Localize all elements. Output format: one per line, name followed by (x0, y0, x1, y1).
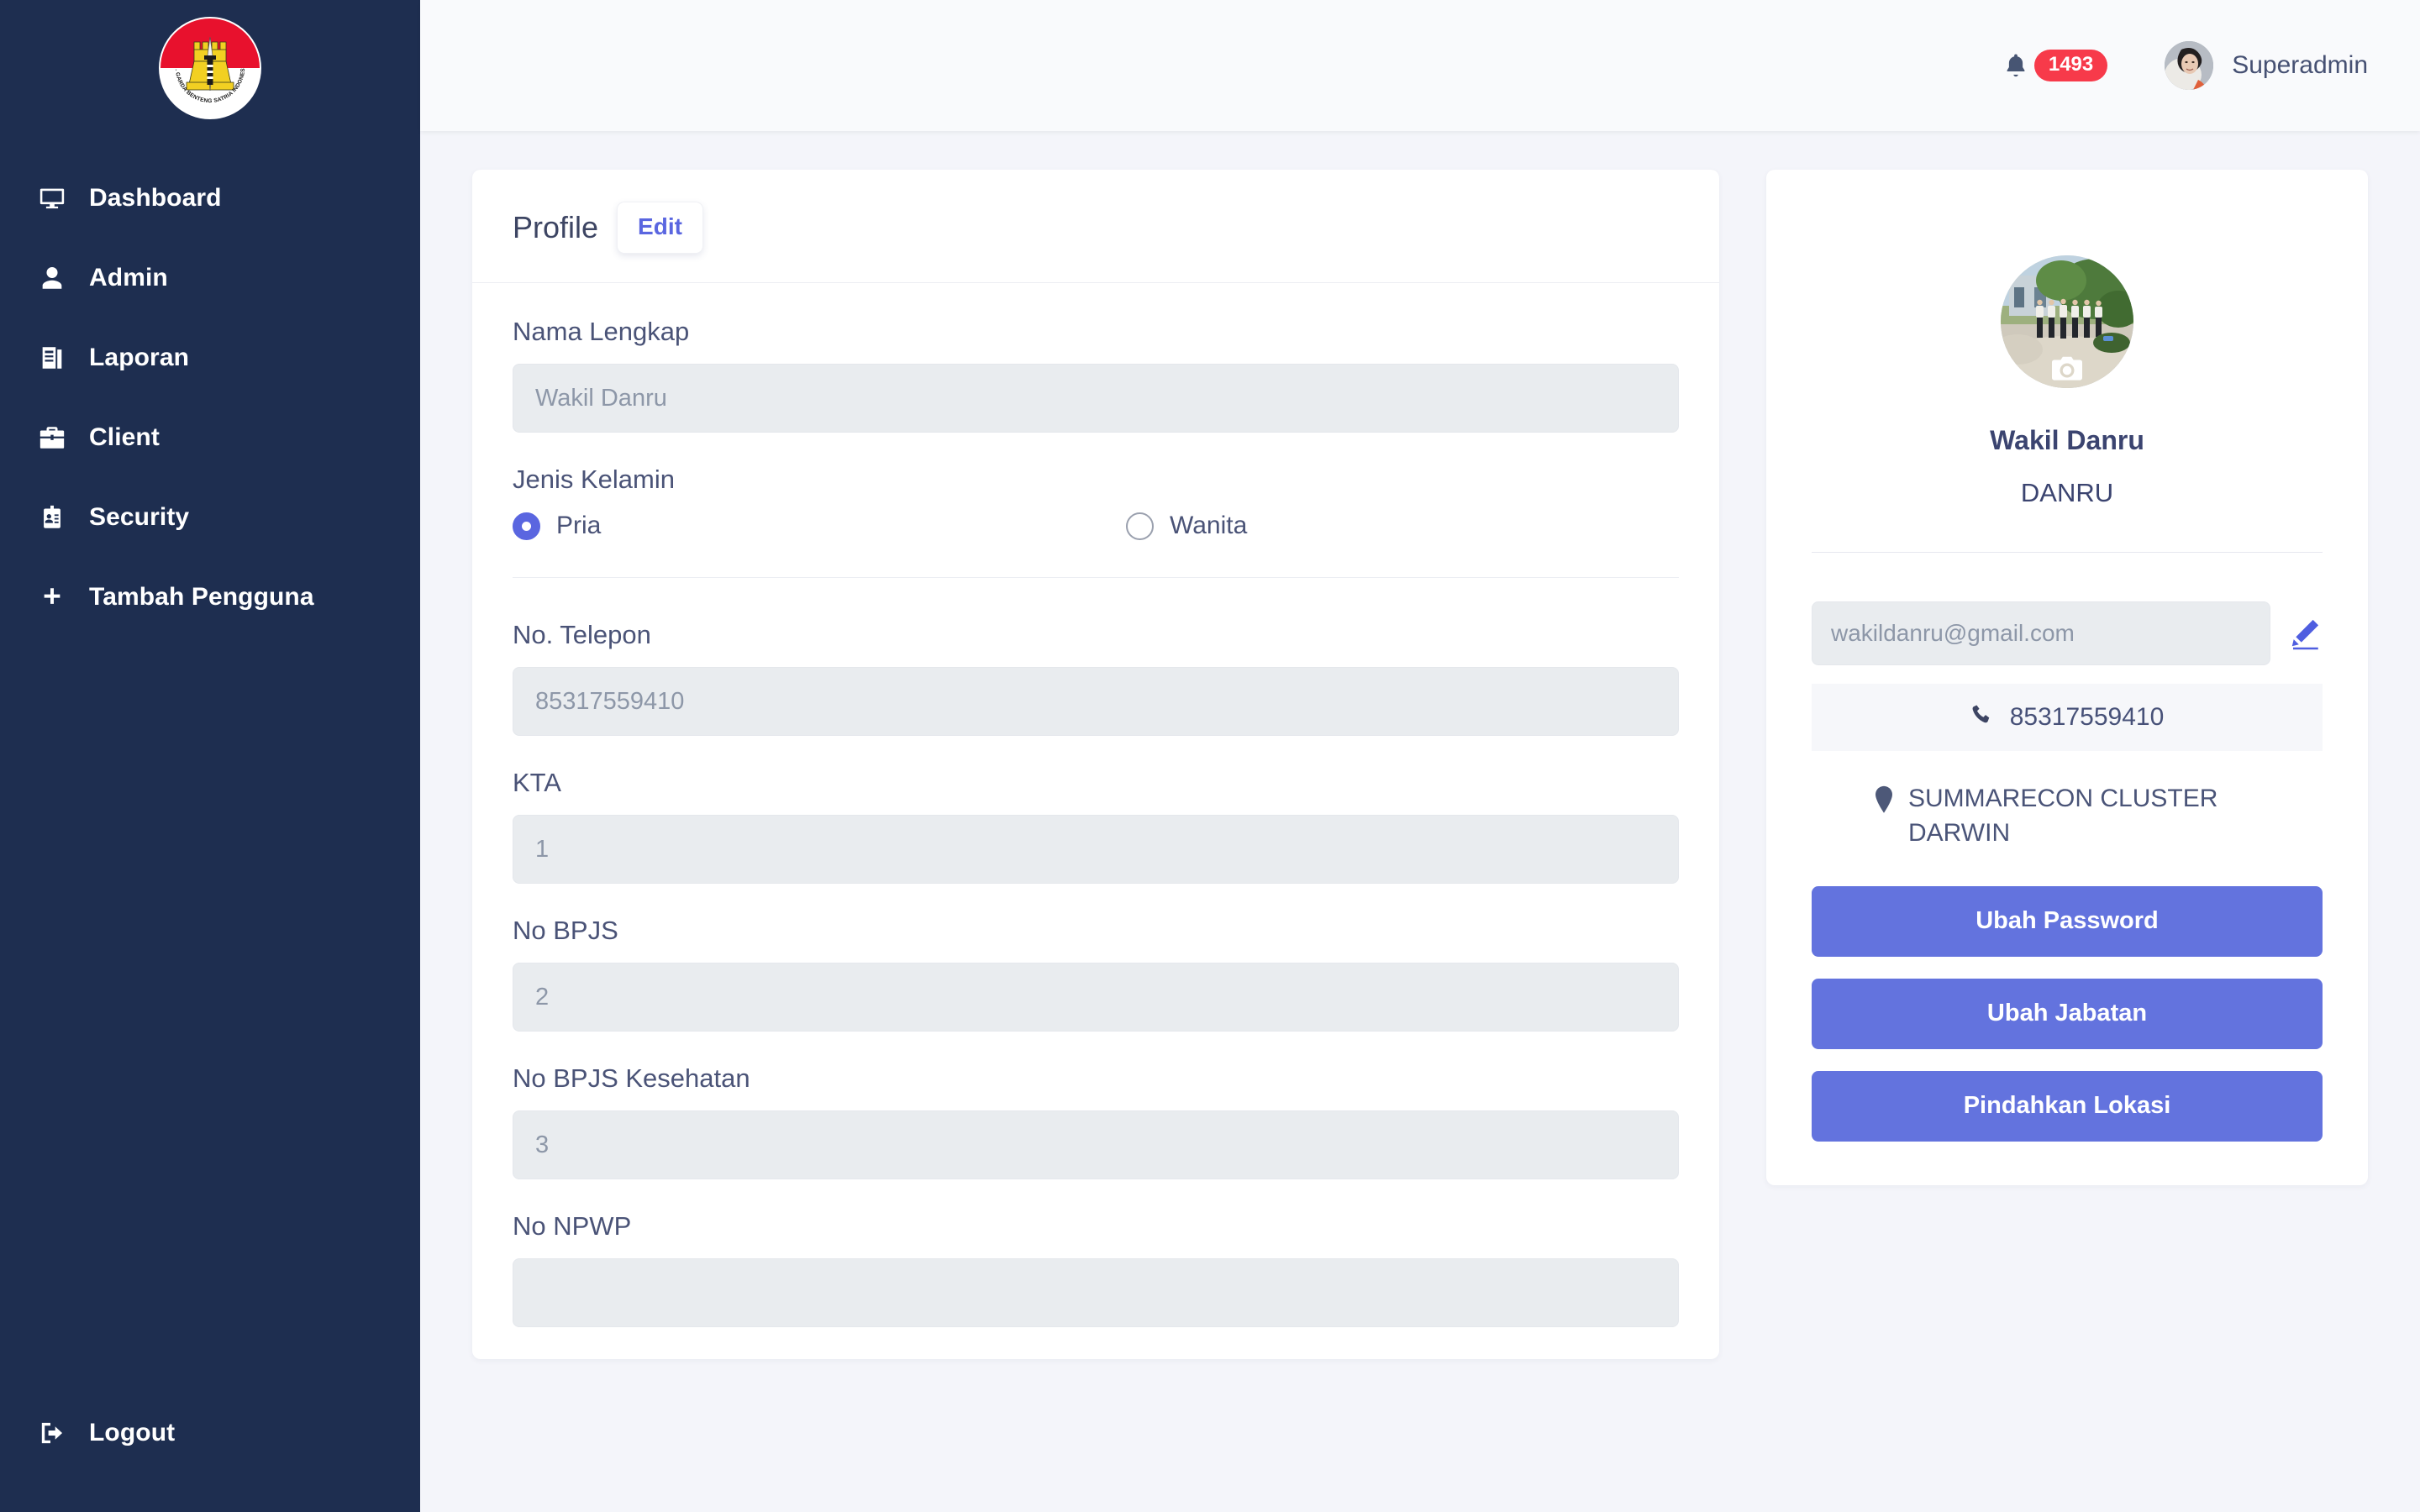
phone-row: 85317559410 (1812, 684, 2323, 751)
divider (1812, 552, 2323, 553)
sidebar-item-laporan[interactable]: Laporan (0, 318, 420, 397)
radio-indicator-pria (513, 512, 540, 540)
plus-icon (37, 582, 67, 612)
field-no-bpjs: No BPJS (513, 916, 1679, 1032)
sidebar-item-label: Client (89, 423, 160, 451)
sidebar-nav: Dashboard Admin Laporan Client Security … (0, 151, 420, 637)
briefcase-icon (37, 423, 67, 453)
no-bpjs-input[interactable] (513, 963, 1679, 1032)
radio-option-wanita[interactable]: Wanita (1126, 512, 1247, 540)
kta-input[interactable] (513, 815, 1679, 884)
no-npwp-input[interactable] (513, 1258, 1679, 1327)
email-field[interactable]: wakildanru@gmail.com (1812, 601, 2270, 665)
field-nama-lengkap: Nama Lengkap (513, 317, 1679, 433)
no-telepon-input[interactable] (513, 667, 1679, 736)
sidebar-item-label: Admin (89, 263, 168, 291)
map-pin-icon (1873, 781, 1895, 818)
edit-button[interactable]: Edit (617, 202, 703, 254)
radio-label: Pria (556, 512, 602, 539)
sidebar-item-label: Dashboard (89, 183, 222, 212)
brand-logo-wrapper: PT. GARDA BENTENG SATRIA INDONESIA (0, 0, 420, 151)
ubah-jabatan-button[interactable]: Ubah Jabatan (1812, 978, 2323, 1049)
radio-option-pria[interactable]: Pria (513, 512, 1126, 540)
field-no-npwp: No NPWP (513, 1211, 1679, 1327)
radio-label: Wanita (1170, 512, 1248, 539)
page-title: Profile (513, 210, 599, 244)
notifications-button[interactable]: 1493 (2003, 50, 2108, 81)
bell-icon (2003, 51, 2028, 80)
document-icon (37, 343, 67, 373)
sidebar-item-label: Security (89, 502, 190, 531)
main-area: 1493 Superadmin Profile Edit Nama Lengka… (420, 0, 2420, 1512)
email-row: wakildanru@gmail.com (1812, 601, 2323, 665)
phone-icon (1970, 703, 1993, 732)
sidebar-footer: Logout (0, 1403, 420, 1512)
topbar: 1493 Superadmin (420, 0, 2420, 131)
field-label: No NPWP (513, 1211, 632, 1241)
pencil-icon[interactable] (2287, 616, 2323, 651)
ubah-password-button[interactable]: Ubah Password (1812, 885, 2323, 957)
field-jenis-kelamin: Jenis Kelamin Pria Wanita (513, 465, 1679, 578)
company-logo-icon: PT. GARDA BENTENG SATRIA INDONESIA (160, 18, 260, 118)
content-area: Profile Edit Nama Lengkap Jenis Kelamin (420, 131, 2420, 1512)
sidebar-item-dashboard[interactable]: Dashboard (0, 158, 420, 238)
sidebar-item-admin[interactable]: Admin (0, 238, 420, 318)
id-badge-icon (37, 502, 67, 533)
field-label: No. Telepon (513, 620, 651, 649)
field-kta: KTA (513, 768, 1679, 884)
no-bpjs-kesehatan-input[interactable] (513, 1110, 1679, 1179)
profile-card-header: Profile Edit (472, 170, 1719, 283)
logout-label: Logout (89, 1419, 176, 1446)
camera-icon[interactable] (2049, 354, 2085, 383)
user-icon (37, 263, 67, 293)
avatar (2165, 41, 2214, 90)
profile-card-body: Nama Lengkap Jenis Kelamin Pria (472, 283, 1719, 1359)
field-label: KTA (513, 768, 561, 797)
phone-number: 85317559410 (2009, 703, 2165, 731)
location-text: SUMMARECON CLUSTER DARWIN (1908, 785, 2218, 848)
logout-button[interactable]: Logout (0, 1403, 420, 1463)
pindahkan-lokasi-button[interactable]: Pindahkan Lokasi (1812, 1070, 2323, 1142)
summary-role: DANRU (2020, 478, 2114, 507)
summary-name: Wakil Danru (1990, 425, 2144, 455)
profile-form-card: Profile Edit Nama Lengkap Jenis Kelamin (472, 170, 1719, 1359)
sidebar-item-tambah-pengguna[interactable]: Tambah Pengguna (0, 557, 420, 637)
profile-photo[interactable] (2001, 255, 2133, 388)
sidebar-item-label: Laporan (89, 343, 190, 371)
user-name-label: Superadmin (2232, 51, 2368, 79)
field-label: Nama Lengkap (513, 317, 690, 346)
sidebar-item-client[interactable]: Client (0, 397, 420, 477)
sidebar-item-security[interactable]: Security (0, 477, 420, 557)
notification-badge: 1493 (2033, 50, 2108, 81)
profile-summary-card: Wakil Danru DANRU wakildanru@gmail.com 8… (1766, 170, 2368, 1185)
field-label: No BPJS Kesehatan (513, 1063, 750, 1093)
radio-indicator-wanita (1126, 512, 1154, 540)
field-no-bpjs-kesehatan: No BPJS Kesehatan (513, 1063, 1679, 1179)
gender-radio-group: Pria Wanita (513, 512, 1679, 578)
app-root: PT. GARDA BENTENG SATRIA INDONESIA Dashb… (0, 0, 2420, 1512)
nama-lengkap-input[interactable] (513, 364, 1679, 433)
field-label: No BPJS (513, 916, 618, 945)
sidebar: PT. GARDA BENTENG SATRIA INDONESIA Dashb… (0, 0, 420, 1512)
logo-fortress-glyph: PT. GARDA BENTENG SATRIA INDONESIA (160, 18, 246, 104)
location-row: SUMMARECON CLUSTER DARWIN (1812, 781, 2323, 851)
user-menu[interactable]: Superadmin (2165, 41, 2368, 90)
sidebar-item-label: Tambah Pengguna (89, 582, 314, 611)
gender-label: Jenis Kelamin (513, 465, 675, 494)
logout-icon (37, 1418, 67, 1448)
field-no-telepon: No. Telepon (513, 620, 1679, 736)
monitor-icon (37, 183, 67, 213)
